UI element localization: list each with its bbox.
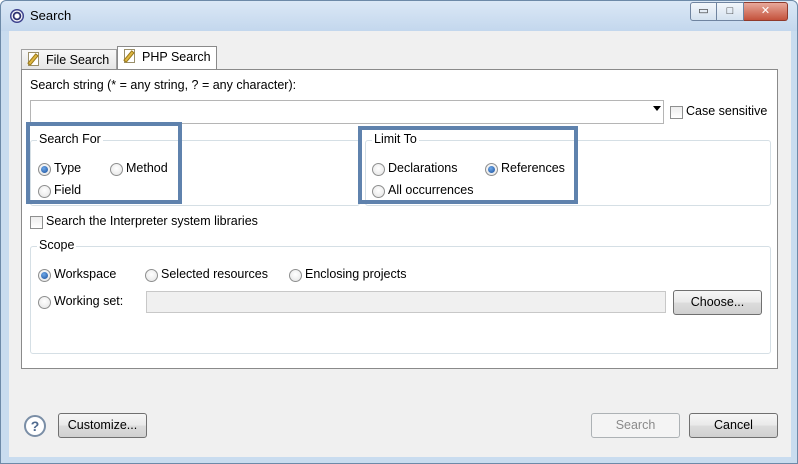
file-search-icon	[26, 51, 42, 67]
choose-button[interactable]: Choose...	[673, 290, 762, 315]
cancel-button[interactable]: Cancel	[689, 413, 778, 438]
maximize-button[interactable]: □	[717, 2, 744, 21]
search-string-label: Search string (* = any string, ? = any c…	[30, 78, 297, 92]
php-search-icon	[122, 48, 138, 64]
dialog-client: File Search PHP Search Search string (* …	[9, 31, 791, 457]
search-dialog: Search ▭ □ ✕ File Search PHP Search Sear…	[0, 0, 798, 464]
customize-button[interactable]: Customize...	[58, 413, 147, 438]
tab-php-search-label: PHP Search	[142, 50, 211, 64]
working-set-field[interactable]	[146, 291, 666, 313]
radio-selected-resources[interactable]	[145, 269, 158, 282]
case-sensitive-checkbox[interactable]	[670, 106, 683, 119]
chevron-down-icon[interactable]	[653, 106, 661, 111]
tab-php-search[interactable]: PHP Search	[117, 46, 217, 69]
close-button[interactable]: ✕	[744, 2, 788, 21]
minimize-button[interactable]: ▭	[690, 2, 717, 21]
radio-workspace[interactable]	[38, 269, 51, 282]
radio-working-set[interactable]	[38, 296, 51, 309]
help-icon[interactable]: ?	[24, 415, 46, 437]
tab-file-search-label: File Search	[46, 53, 110, 67]
radio-enclosing-projects-label: Enclosing projects	[305, 267, 407, 281]
radio-workspace-label: Workspace	[54, 267, 117, 281]
interpreter-libs-label: Search the Interpreter system libraries	[46, 214, 258, 228]
eclipse-icon	[10, 9, 24, 23]
search-button[interactable]: Search	[591, 413, 680, 438]
search-for-highlight	[26, 122, 182, 204]
limit-to-highlight	[358, 126, 578, 204]
interpreter-libs-checkbox[interactable]	[30, 216, 43, 229]
php-search-panel: Search string (* = any string, ? = any c…	[21, 69, 778, 369]
window-title: Search	[30, 8, 72, 23]
case-sensitive-label: Case sensitive	[686, 104, 768, 118]
search-string-combo[interactable]	[30, 100, 664, 124]
scope-title: Scope	[37, 238, 77, 252]
radio-working-set-label: Working set:	[54, 294, 124, 308]
title-bar[interactable]: Search ▭ □ ✕	[1, 1, 797, 31]
radio-selected-resources-label: Selected resources	[161, 267, 269, 281]
tab-file-search[interactable]: File Search	[21, 49, 117, 69]
radio-enclosing-projects[interactable]	[289, 269, 302, 282]
